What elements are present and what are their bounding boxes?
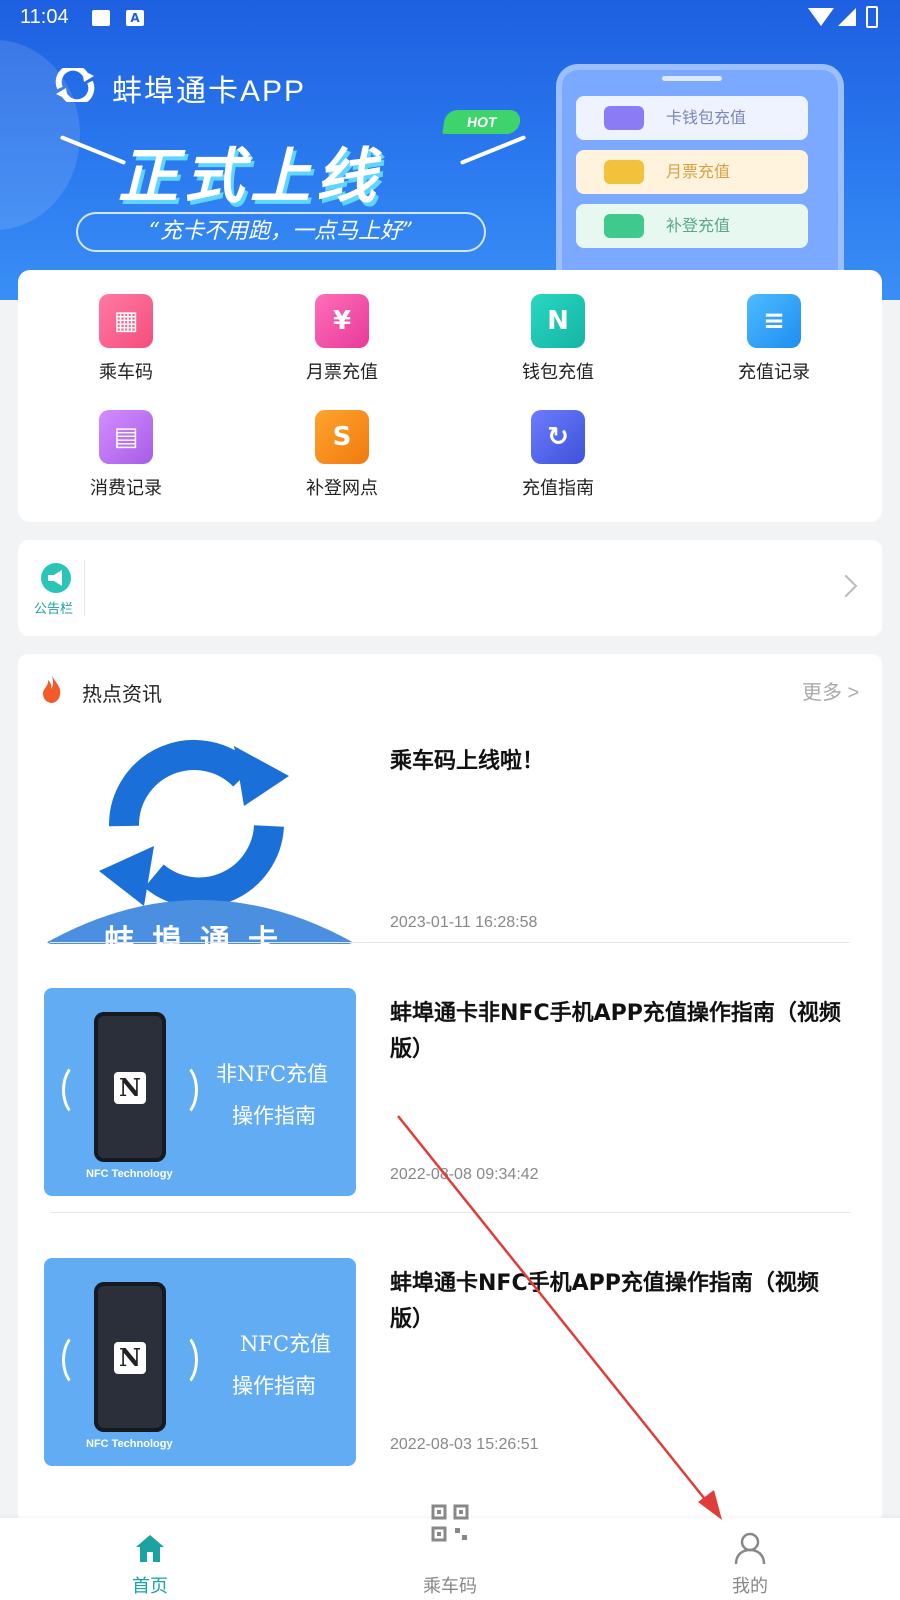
news-item-title: 蚌埠通卡非NFC手机APP充值操作指南（视频版） bbox=[390, 1001, 841, 1062]
refresh-icon: ↻ bbox=[531, 410, 585, 464]
nfc-icon: N bbox=[114, 1072, 146, 1104]
menu-item-wallet-topup[interactable]: N 钱包充值 bbox=[458, 270, 658, 383]
qr-code-icon bbox=[431, 1504, 469, 1542]
home-icon bbox=[136, 1535, 164, 1562]
app-logo-icon bbox=[55, 68, 95, 102]
divider bbox=[50, 1212, 850, 1213]
news-item-title: 乘车码上线啦！ bbox=[390, 749, 545, 774]
news-thumbnail: N NFC充值 操作指南 NFC Technology bbox=[44, 1258, 356, 1466]
signal-icon bbox=[838, 8, 856, 26]
headline-wing-right bbox=[459, 135, 527, 165]
check-icon bbox=[604, 214, 644, 238]
pill-label: 月票充值 bbox=[666, 162, 731, 181]
news-item[interactable]: 蚌埠通卡 乘车码上线啦！ 2023-01-11 16:28:58 bbox=[44, 736, 856, 976]
news-item-date: 2022-08-03 15:26:51 bbox=[390, 1436, 539, 1453]
news-section: 热点资讯 更多 > 蚌埠通卡 乘车码上线啦！ 2023-01-11 16:28:… bbox=[18, 654, 882, 1554]
phone-notch bbox=[662, 76, 722, 81]
nfc-wave-icon bbox=[62, 1332, 98, 1388]
flame-icon bbox=[43, 675, 61, 703]
banner-headline: 正式上线 bbox=[118, 142, 382, 212]
tab-home[interactable]: 首页 bbox=[0, 1518, 300, 1600]
tab-label: 乘车码 bbox=[423, 1576, 477, 1597]
notice-label: 公告栏 bbox=[34, 602, 74, 617]
banner-pill-wallet: 卡钱包充值 bbox=[576, 96, 808, 140]
menu-item-spending-records[interactable]: ▤ 消费记录 bbox=[26, 386, 226, 499]
tab-label: 首页 bbox=[132, 1576, 168, 1597]
thumb-caption: 蚌埠通卡 bbox=[104, 924, 296, 944]
menu-item-label: 月票充值 bbox=[306, 362, 378, 383]
qr-bus-icon: ▦ bbox=[99, 294, 153, 348]
route-icon: S bbox=[315, 410, 369, 464]
news-thumbnail: N 非NFC充值 操作指南 NFC Technology bbox=[44, 988, 356, 1196]
thumb-line1: 非NFC充值 bbox=[216, 1062, 329, 1086]
receipt-icon: ▤ bbox=[99, 410, 153, 464]
news-heading: 热点资讯 bbox=[82, 682, 162, 706]
nfc-wave-icon bbox=[162, 1062, 198, 1118]
logo-illustration bbox=[44, 739, 356, 944]
image-notification-icon bbox=[92, 10, 110, 26]
quick-menu: ▦ 乘车码 ¥ 月票充值 N 钱包充值 ≡ 充值记录 ▤ 消费记录 S 补登网点… bbox=[18, 270, 882, 522]
banner-slogan: “充卡不用跑，一点马上好” bbox=[76, 212, 486, 252]
battery-icon bbox=[866, 6, 878, 28]
nfc-icon: N bbox=[531, 294, 585, 348]
divider bbox=[50, 942, 850, 943]
news-more-link[interactable]: 更多 > bbox=[802, 676, 859, 705]
nfc-wave-icon bbox=[62, 1062, 98, 1118]
bottom-tab-bar: 首页 乘车码 我的 bbox=[0, 1504, 900, 1600]
banner-phone-illustration: 卡钱包充值 月票充值 补登充值 bbox=[556, 64, 844, 300]
tab-label: 我的 bbox=[732, 1576, 768, 1597]
news-item-date: 2023-01-11 16:28:58 bbox=[390, 914, 538, 931]
thumb-line1: NFC充值 bbox=[240, 1332, 332, 1356]
wallet-icon bbox=[604, 106, 644, 130]
news-item[interactable]: N 非NFC充值 操作指南 NFC Technology 蚌埠通卡非NFC手机A… bbox=[44, 988, 856, 1228]
menu-item-label: 钱包充值 bbox=[522, 362, 594, 383]
news-item[interactable]: N NFC充值 操作指南 NFC Technology 蚌埠通卡NFC手机APP… bbox=[44, 1258, 856, 1498]
thumb-caption: NFC Technology bbox=[86, 1168, 173, 1180]
notice-bar[interactable]: 公告栏 bbox=[18, 540, 882, 636]
menu-item-topup-guide[interactable]: ↻ 充值指南 bbox=[458, 386, 658, 499]
tab-mine[interactable]: 我的 bbox=[600, 1518, 900, 1600]
news-item-date: 2022-08-08 09:34:42 bbox=[390, 1166, 539, 1183]
menu-item-label: 补登网点 bbox=[306, 478, 378, 499]
news-thumbnail: 蚌埠通卡 bbox=[44, 736, 356, 944]
banner-pill-supplement: 补登充值 bbox=[576, 204, 808, 248]
divider bbox=[84, 560, 85, 616]
ticket-icon: ¥ bbox=[315, 294, 369, 348]
menu-item-label: 消费记录 bbox=[90, 478, 162, 499]
news-item-title: 蚌埠通卡NFC手机APP充值操作指南（视频版） bbox=[390, 1271, 819, 1332]
chevron-right-icon[interactable] bbox=[834, 574, 858, 598]
hot-badge: HOT bbox=[442, 110, 522, 134]
status-time: 11:04 bbox=[20, 6, 69, 28]
thumb-line2: 操作指南 bbox=[232, 1104, 316, 1128]
pill-label: 卡钱包充值 bbox=[666, 108, 747, 127]
megaphone-icon bbox=[41, 563, 71, 593]
a-notification-icon: A bbox=[126, 10, 144, 26]
menu-item-label: 充值指南 bbox=[522, 478, 594, 499]
menu-item-label: 乘车码 bbox=[99, 362, 153, 383]
menu-item-label: 充值记录 bbox=[738, 362, 810, 383]
thumb-line2: 操作指南 bbox=[232, 1374, 316, 1398]
banner-app-title: 蚌埠通卡APP bbox=[112, 75, 307, 108]
calendar-icon bbox=[604, 160, 644, 184]
wifi-icon bbox=[808, 8, 834, 26]
banner-pill-monthly: 月票充值 bbox=[576, 150, 808, 194]
status-bar: 11:04 A bbox=[0, 0, 900, 36]
person-icon bbox=[734, 1532, 766, 1565]
nfc-wave-icon bbox=[162, 1332, 198, 1388]
promo-banner[interactable]: 11:04 A 蚌埠通卡APP HOT 正式上线 “充卡不用跑，一点马上好” 卡… bbox=[0, 0, 900, 300]
document-icon: ≡ bbox=[747, 294, 801, 348]
thumb-caption: NFC Technology bbox=[86, 1438, 173, 1450]
nfc-icon: N bbox=[114, 1342, 146, 1374]
menu-item-service-points[interactable]: S 补登网点 bbox=[242, 386, 442, 499]
pill-label: 补登充值 bbox=[666, 216, 731, 235]
menu-item-topup-records[interactable]: ≡ 充值记录 bbox=[674, 270, 874, 383]
tab-ride-code[interactable]: 乘车码 bbox=[300, 1504, 600, 1600]
menu-item-monthly-ticket[interactable]: ¥ 月票充值 bbox=[242, 270, 442, 383]
menu-item-ride-code[interactable]: ▦ 乘车码 bbox=[26, 270, 226, 383]
